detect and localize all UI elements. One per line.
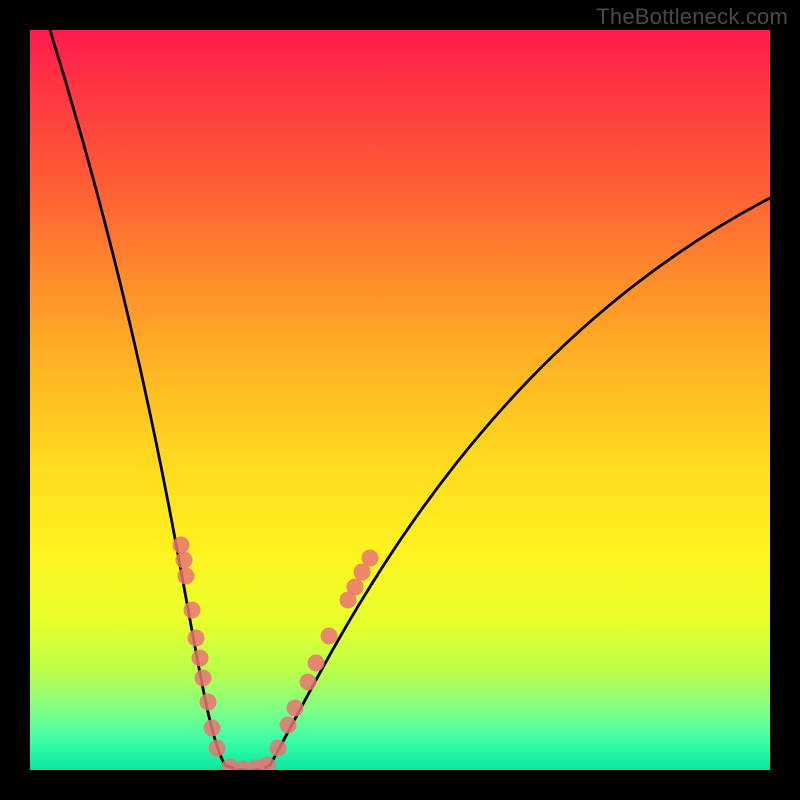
markers-bottom (222, 757, 276, 771)
data-marker (280, 717, 297, 734)
data-marker (184, 602, 201, 619)
data-marker (200, 694, 217, 711)
data-marker (300, 674, 317, 691)
data-marker (209, 740, 226, 757)
chart-frame: TheBottleneck.com (0, 0, 800, 800)
markers-right (270, 550, 379, 757)
data-marker (173, 537, 190, 554)
data-marker (308, 655, 325, 672)
data-marker (178, 568, 195, 585)
data-marker (270, 740, 287, 757)
data-marker (204, 720, 221, 737)
plot-area (30, 30, 770, 770)
data-marker (362, 550, 379, 567)
data-marker (192, 650, 209, 667)
bottleneck-curve (50, 30, 770, 770)
curve-layer (30, 30, 770, 770)
data-marker (195, 670, 212, 687)
data-marker (321, 628, 338, 645)
data-marker (347, 579, 364, 596)
watermark-text: TheBottleneck.com (596, 4, 788, 30)
data-marker (176, 552, 193, 569)
data-marker (287, 700, 304, 717)
data-marker (188, 630, 205, 647)
